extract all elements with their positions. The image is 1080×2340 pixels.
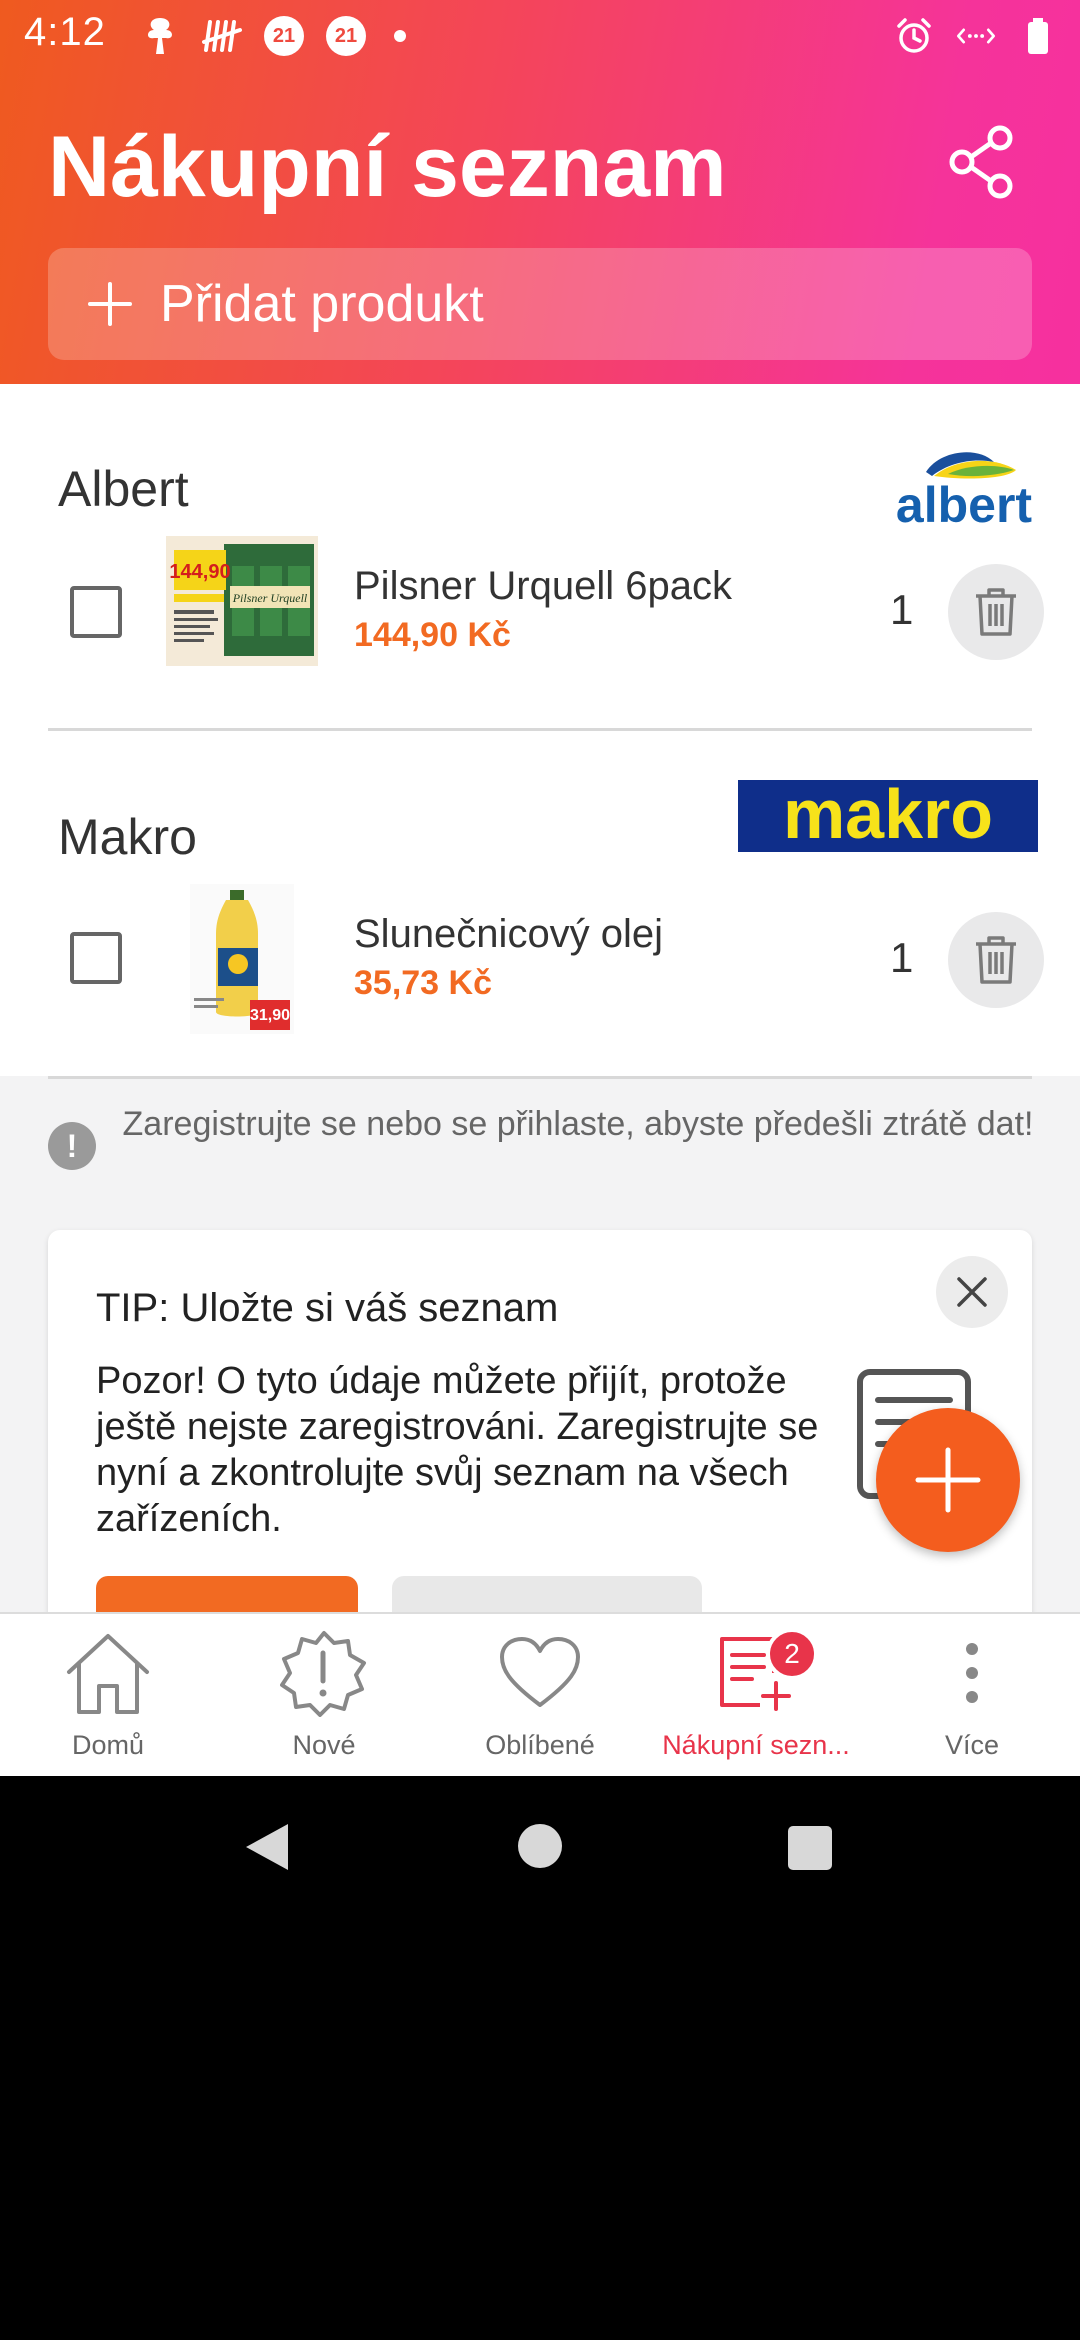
product-image-sunflower-oil: 31,90 [190,884,294,1034]
store-name: Albert [58,461,189,517]
more-vertical-icon [922,1628,1022,1718]
nav-item-favorites[interactable]: Oblíbené [432,1614,648,1776]
status-notification-icons: 21 21 [140,12,406,60]
trash-icon [976,936,1016,984]
tip-title: TIP: Uložte si váš seznam [96,1286,559,1330]
store-section-makro: Makro makro 31,90 Slunečnicový olej 35,7… [0,730,1080,1076]
home-button[interactable] [518,1824,562,1868]
more-notifications-dot [394,30,406,42]
nav-item-new[interactable]: Nové [216,1614,432,1776]
status-system-icons [894,12,1058,60]
makro-logo: makro [738,775,1038,853]
close-icon [957,1277,987,1307]
nav-label: Více [944,1730,1000,1760]
share-icon [949,125,1013,199]
exclamation-icon: ! [48,1122,96,1170]
item-checkbox[interactable] [70,932,122,984]
close-tip-button[interactable] [936,1256,1008,1328]
add-product-placeholder: Přidat produkt [160,275,484,333]
tally-icon [202,16,242,56]
svg-text:Pilsner Urquell: Pilsner Urquell [232,591,308,605]
svg-text:31,90: 31,90 [250,1007,290,1024]
list-item: 31,90 Slunečnicový olej 35,73 Kč 1 [0,880,1080,1034]
tip-body: Pozor! O tyto údaje můžete přijít, proto… [96,1360,819,1540]
item-checkbox[interactable] [70,586,122,638]
status-bar: 4:12 21 21 [0,0,1080,72]
notification-app-icon [140,16,180,56]
nav-label: Nové [292,1730,356,1760]
item-price: 35,73 Kč [354,964,492,1002]
item-quantity[interactable]: 1 [890,934,913,982]
nav-label: Nákupní sezn... [662,1730,850,1760]
back-triangle-icon [246,1824,288,1870]
back-button[interactable] [244,1822,290,1877]
svg-text:makro: makro [783,780,993,852]
battery-icon [1018,16,1058,56]
store-section-albert: Albert albert Pilsner Urquell 144,90 Pil… [0,384,1080,731]
shopping-list: Albert albert Pilsner Urquell 144,90 Pil… [0,384,1080,1076]
trash-icon [976,588,1016,636]
svg-text:144,90: 144,90 [169,561,230,583]
system-navigation-bar [0,1776,1080,1916]
nav-item-shopping-list[interactable]: 2 Nákupní sezn... [648,1614,864,1776]
alarm-icon [894,16,934,56]
notification-21-icon: 21 [264,16,304,56]
product-image-pilsner: Pilsner Urquell 144,90 [166,536,318,666]
nav-item-home[interactable]: Domů [0,1614,216,1776]
item-quantity[interactable]: 1 [890,586,913,634]
plus-icon [82,276,138,332]
share-button[interactable] [942,120,1022,204]
item-name: Slunečnicový olej [354,912,664,956]
delete-item-button[interactable] [948,912,1044,1008]
delete-item-button[interactable] [948,564,1044,660]
recents-button[interactable] [788,1826,832,1870]
status-time: 4:12 [24,10,106,54]
data-transfer-icon [956,16,996,56]
list-item: Pilsner Urquell 144,90 Pilsner Urquell 6… [0,534,1080,674]
svg-text:albert: albert [896,477,1033,530]
bottom-navigation: Domů Nové Oblíbené 2 Nákupní sezn... Víc… [0,1612,1080,1776]
add-fab-button[interactable] [876,1408,1020,1552]
nav-label: Oblíbené [485,1730,595,1760]
add-product-input[interactable]: Přidat produkt [48,248,1032,360]
page-title: Nákupní seznam [48,119,727,215]
register-notice[interactable]: ! Zaregistrujte se nebo se přihlaste, ab… [0,1076,1080,1226]
header: 4:12 21 21 Nákupní seznam Přidat produkt [0,0,1080,384]
albert-logo: albert [890,446,1038,533]
notification-21-icon: 21 [326,16,366,56]
item-name: Pilsner Urquell 6pack [354,564,732,608]
nav-label: Domů [71,1730,145,1760]
plus-icon [915,1447,981,1513]
app-screen: 4:12 21 21 Nákupní seznam Přidat produkt… [0,0,1080,1776]
register-notice-text: Zaregistrujte se nebo se přihlaste, abys… [122,1105,1034,1143]
store-name: Makro [58,809,197,865]
item-price: 144,90 Kč [354,616,511,654]
new-badge-icon [274,1628,374,1718]
shopping-list-count-badge: 2 [766,1628,818,1680]
home-icon [58,1628,158,1718]
heart-icon [490,1628,590,1718]
nav-item-more[interactable]: Více [864,1614,1080,1776]
